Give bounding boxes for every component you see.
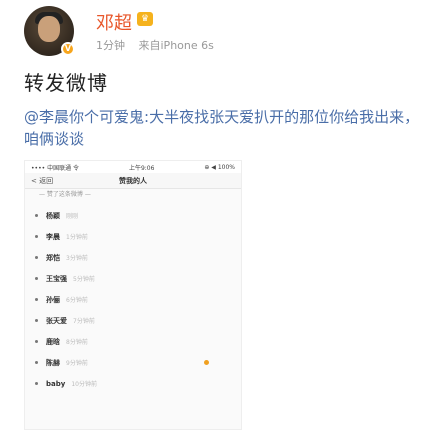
bullet-icon xyxy=(35,382,38,385)
bullet-icon xyxy=(35,277,38,280)
list-item[interactable]: 陈赫 9分钟前 xyxy=(25,352,241,373)
embed-subtitle: — 赞了这条微博 — xyxy=(39,191,91,198)
liker-list: 杨颖 刚刚李晨 1分钟前郑恺 3分钟前王宝强 5分钟前孙俪 6分钟前张天爱 7分钟前鹿晗 8分… xyxy=(25,201,241,394)
embed-navbar: < 返回 赞我的人 xyxy=(25,173,241,189)
avatar-face xyxy=(38,16,60,42)
vip-crown-icon: ♛ xyxy=(137,12,153,26)
liker-time: 8分钟前 xyxy=(66,339,88,346)
post-body: 你个可爱鬼:大半夜找张天爱扒开的那位你给我出来，咱俩谈谈 xyxy=(24,108,420,148)
list-item[interactable]: baby 10分钟前 xyxy=(25,373,241,394)
liker-name: 陈赫 xyxy=(46,358,60,367)
username[interactable]: 邓超 xyxy=(96,9,132,35)
liker-time: 1分钟前 xyxy=(66,234,88,241)
liker-time: 6分钟前 xyxy=(66,297,88,304)
status-time: 上午9:06 xyxy=(128,164,155,172)
bullet-icon xyxy=(35,214,38,217)
unread-dot-icon xyxy=(204,360,209,365)
list-item[interactable]: 杨颖 刚刚 xyxy=(25,205,241,226)
post-source: 来自iPhone 6s xyxy=(138,39,214,52)
liker-time: 9分钟前 xyxy=(66,360,88,367)
list-item[interactable]: 张天爱 7分钟前 xyxy=(25,310,241,331)
liker-name: 李晨 xyxy=(46,232,60,241)
list-item[interactable]: 李晨 1分钟前 xyxy=(25,226,241,247)
bullet-icon xyxy=(35,340,38,343)
embedded-screenshot[interactable]: •••• 中国联通 令 上午9:06 ⊕ ◀ 100% < 返回 赞我的人 — … xyxy=(24,160,242,430)
liker-name: 张天爱 xyxy=(46,316,67,325)
liker-time: 刚刚 xyxy=(66,213,79,220)
verified-icon: V xyxy=(61,42,75,56)
bullet-icon xyxy=(35,361,38,364)
list-item[interactable]: 郑恺 3分钟前 xyxy=(25,247,241,268)
post-text: @李晨你个可爱鬼:大半夜找张天爱扒开的那位你给我出来，咱俩谈谈 xyxy=(24,106,424,150)
bullet-icon xyxy=(35,235,38,238)
liker-time: 7分钟前 xyxy=(73,318,95,325)
status-carrier: •••• 中国联通 令 xyxy=(31,164,79,172)
bullet-icon xyxy=(35,298,38,301)
repost-title: 转发微博 xyxy=(24,71,108,95)
mention-link[interactable]: @李晨 xyxy=(24,108,69,126)
list-item[interactable]: 王宝强 5分钟前 xyxy=(25,268,241,289)
list-item[interactable]: 鹿晗 8分钟前 xyxy=(25,331,241,352)
list-item[interactable]: 孙俪 6分钟前 xyxy=(25,289,241,310)
post-meta: 1分钟 来自iPhone 6s xyxy=(96,37,224,53)
liker-name: 郑恺 xyxy=(46,253,60,262)
phone-status-bar: •••• 中国联通 令 上午9:06 ⊕ ◀ 100% xyxy=(25,161,241,173)
liker-time: 5分钟前 xyxy=(73,276,95,283)
embed-nav-title: 赞我的人 xyxy=(119,176,147,185)
liker-name: 孙俪 xyxy=(46,295,60,304)
liker-name: 王宝强 xyxy=(46,274,67,283)
liker-name: baby xyxy=(46,379,66,388)
bullet-icon xyxy=(35,319,38,322)
liker-name: 杨颖 xyxy=(46,211,60,220)
bullet-icon xyxy=(35,256,38,259)
status-battery: ⊕ ◀ 100% xyxy=(204,163,235,171)
post-header: V 邓超 ♛ 1分钟 来自iPhone 6s xyxy=(24,6,424,58)
liker-time: 10分钟前 xyxy=(71,381,97,388)
post-time: 1分钟 xyxy=(96,39,125,52)
liker-time: 3分钟前 xyxy=(66,255,88,262)
liker-name: 鹿晗 xyxy=(46,337,60,346)
